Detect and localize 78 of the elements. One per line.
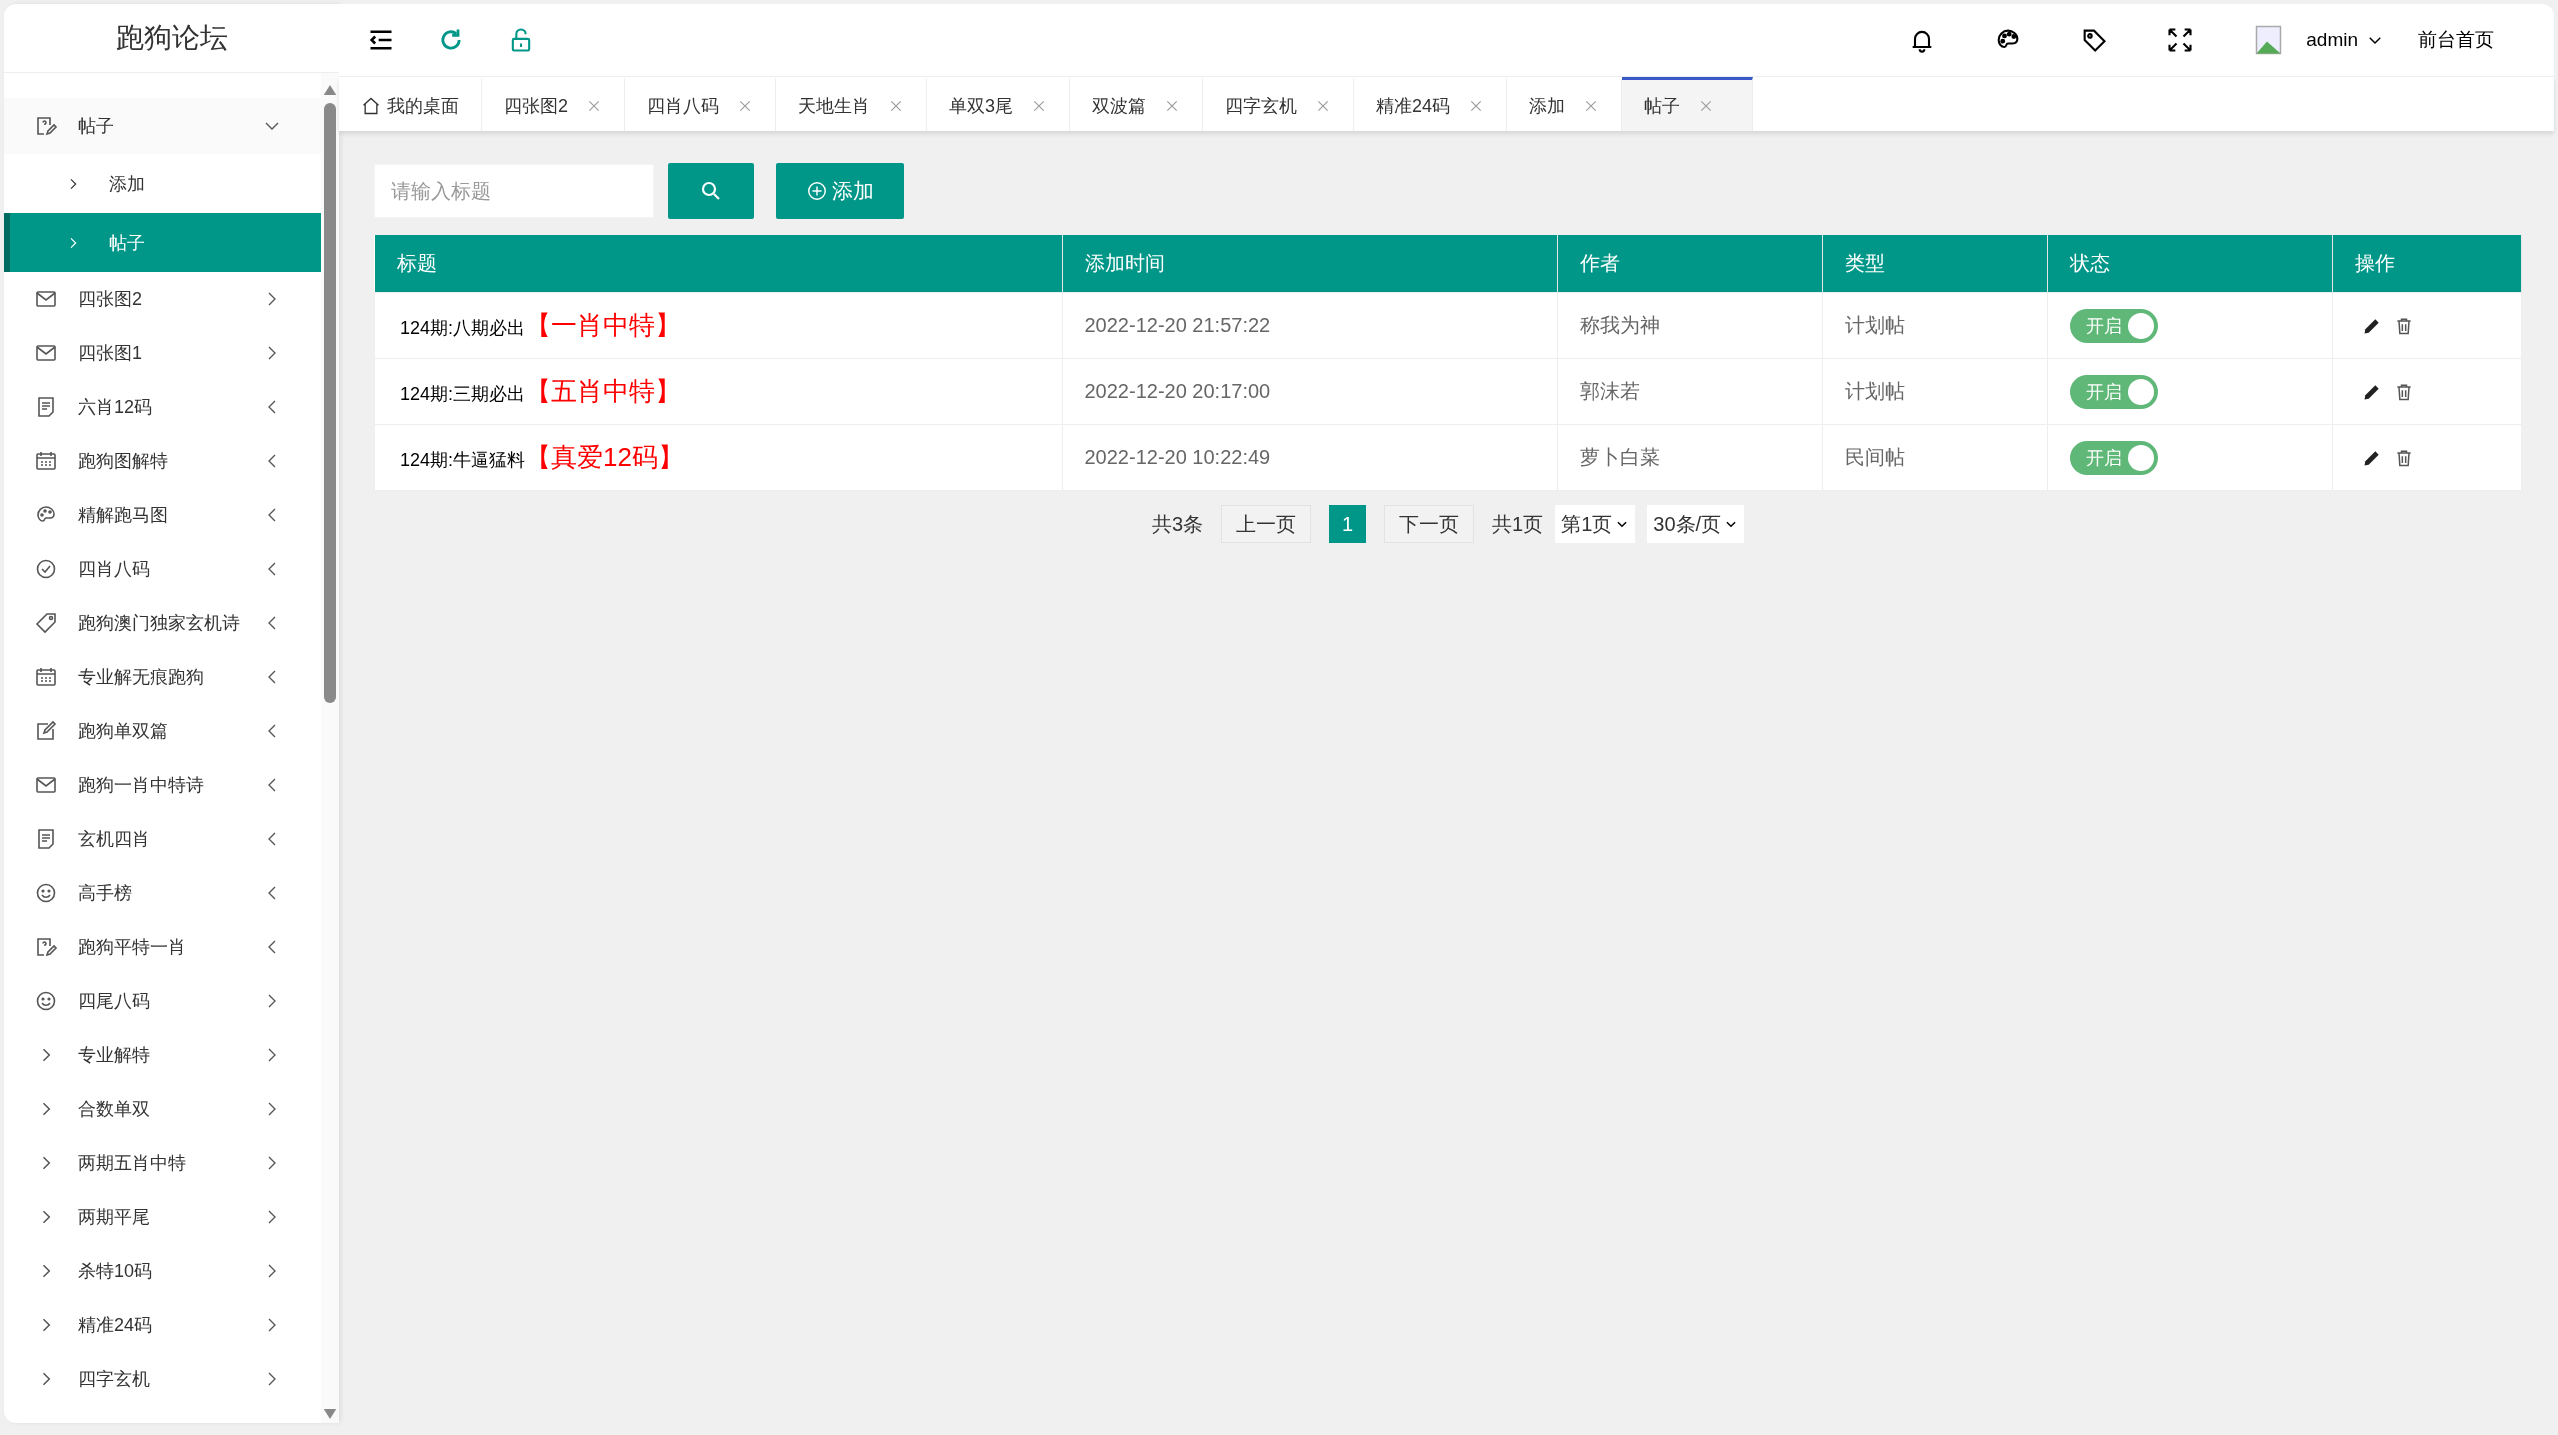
scroll-down-icon[interactable]	[323, 1409, 337, 1419]
page-tab[interactable]: 帖子	[1622, 77, 1754, 131]
table-cell: 萝卜白菜	[1557, 424, 1822, 491]
sidebar-item[interactable]: 专业解特	[4, 1028, 321, 1082]
page-tab[interactable]: 天地生肖	[776, 77, 927, 131]
add-button[interactable]: 添加	[776, 163, 904, 219]
table-cell: 称我为神	[1557, 292, 1822, 359]
sidebar-item[interactable]: 专业解无痕跑狗	[4, 650, 321, 704]
sidebar-item[interactable]: 四张图2	[4, 272, 321, 326]
sidebar-item[interactable]: 六肖12码	[4, 380, 321, 434]
fullscreen-icon[interactable]	[2166, 26, 2195, 54]
sidebar-item[interactable]: 两期平尾	[4, 1190, 321, 1244]
page-number[interactable]: 1	[1329, 505, 1367, 543]
sidebar-item[interactable]: 四肖八码	[4, 542, 321, 596]
sidebar-subitem[interactable]: 帖子	[4, 213, 321, 272]
sidebar-item[interactable]: 帖子	[4, 98, 321, 154]
sidebar-item[interactable]: 合数单双	[4, 1082, 321, 1136]
sidebar-item[interactable]: 四张图1	[4, 326, 321, 380]
column-header: 添加时间	[1062, 235, 1557, 293]
sidebar-item[interactable]: 精准24码	[4, 1298, 321, 1352]
plus-circle-icon	[806, 180, 828, 202]
column-header: 状态	[2047, 235, 2332, 293]
search-field[interactable]: 请输入标题	[374, 164, 654, 218]
page-select[interactable]: 第1页	[1555, 505, 1636, 543]
table-cell: 124期:八期必出【一肖中特】	[374, 292, 1062, 359]
table-cell: 计划帖	[1822, 358, 2047, 425]
column-header: 标题	[374, 235, 1062, 293]
page-tab[interactable]: 双波篇	[1070, 77, 1204, 131]
column-header: 作者	[1557, 235, 1822, 293]
table-cell: 124期:牛逼猛料【真爱12码】	[374, 424, 1062, 491]
page-tab[interactable]: 四字玄机	[1203, 77, 1355, 131]
table-cell: 2022-12-20 20:17:00	[1062, 358, 1557, 425]
calendar-icon	[34, 665, 58, 689]
table-cell: 民间帖	[1822, 424, 2047, 491]
check-circle-icon	[34, 557, 58, 581]
sidebar-item[interactable]: 高手榜	[4, 866, 321, 920]
tag-icon	[34, 611, 58, 635]
column-header: 操作	[2332, 235, 2522, 293]
page-tab[interactable]: 精准24码	[1354, 77, 1508, 131]
sidebar-item[interactable]: 跑狗一肖中特诗	[4, 758, 321, 812]
column-header: 类型	[1822, 235, 2047, 293]
user-menu[interactable]: admin	[2306, 29, 2384, 51]
sidebar-item[interactable]: 跑狗单双篇	[4, 704, 321, 758]
sidebar-item[interactable]: 四字玄机	[4, 1352, 321, 1406]
note-edit-icon	[34, 935, 58, 959]
table-cell: 2022-12-20 21:57:22	[1062, 292, 1557, 359]
search-button[interactable]	[668, 163, 754, 219]
page-tab[interactable]: 四肖八码	[625, 77, 776, 131]
page-count: 共1页	[1492, 511, 1544, 537]
total-count: 共3条	[1151, 511, 1204, 537]
page-tab[interactable]: 单双3尾	[927, 77, 1071, 131]
sidebar-item[interactable]: 杀特10码	[4, 1244, 321, 1298]
sidebar-item[interactable]: 跑狗澳门独家玄机诗	[4, 596, 321, 650]
table-cell: 124期:三期必出【五肖中特】	[374, 358, 1062, 425]
smiley-icon	[34, 989, 58, 1013]
table-cell: 2022-12-20 10:22:49	[1062, 424, 1557, 491]
sidebar-subitem[interactable]: 添加	[4, 154, 321, 213]
scrollbar-thumb[interactable]	[324, 103, 336, 703]
calendar-icon	[34, 449, 58, 473]
table-cell: 计划帖	[1822, 292, 2047, 359]
sidebar-item[interactable]: 跑狗图解特	[4, 434, 321, 488]
note-edit-icon	[34, 114, 58, 138]
table-cell: 郭沫若	[1557, 358, 1822, 425]
page-size-select[interactable]: 30条/页	[1647, 505, 1745, 543]
scroll-up-icon[interactable]	[323, 85, 337, 95]
sidebar-item[interactable]: 两期五肖中特	[4, 1136, 321, 1190]
smiley-icon	[34, 881, 58, 905]
next-page-button[interactable]: 下一页	[1384, 505, 1475, 543]
home-icon	[361, 95, 381, 116]
frontend-home-link[interactable]: 前台首页	[2418, 27, 2494, 53]
sidebar-item[interactable]: 玄机四肖	[4, 812, 321, 866]
prev-page-button[interactable]: 上一页	[1221, 505, 1312, 543]
page-tab[interactable]: 我的桌面	[339, 77, 482, 131]
sidebar-item[interactable]: 四尾八码	[4, 974, 321, 1028]
edit-icon	[34, 719, 58, 743]
sidebar-item[interactable]: 精解跑马图	[4, 488, 321, 542]
page-tab[interactable]: 四张图2	[482, 77, 625, 131]
sidebar-item[interactable]: 跑狗平特一肖	[4, 920, 321, 974]
